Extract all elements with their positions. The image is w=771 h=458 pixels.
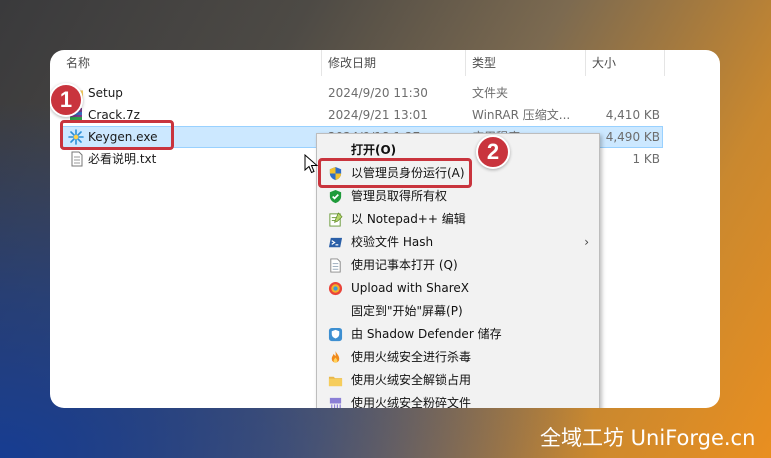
file-explorer-window: ⌃ 名称 修改日期 类型 大小 Setup 2024/9/20 11:30 文件… <box>50 50 720 408</box>
menu-item-take-ownership[interactable]: 管理员取得所有权 <box>317 185 599 208</box>
powershell-icon <box>328 237 343 248</box>
file-name: Setup <box>88 86 123 100</box>
notepadpp-icon <box>329 212 343 227</box>
file-modified: 2024/9/21 13:01 <box>328 108 428 122</box>
submenu-chevron-icon: › <box>584 235 589 249</box>
menu-item-huorong-shred[interactable]: 使用火绒安全粉碎文件 <box>317 392 599 408</box>
shadow-defender-icon <box>328 327 343 342</box>
mouse-cursor-icon <box>304 154 318 174</box>
file-type: WinRAR 压缩文... <box>472 108 571 122</box>
file-size: 1 KB <box>632 152 660 166</box>
menu-item-verify-hash[interactable]: 校验文件 Hash › <box>317 231 599 254</box>
column-header-modified[interactable]: 修改日期 <box>321 50 468 76</box>
notepad-icon <box>330 258 341 273</box>
file-name: 必看说明.txt <box>88 152 157 166</box>
menu-item-open-with-notepad[interactable]: 使用记事本打开 (Q) <box>317 254 599 277</box>
menu-item-pin-to-start[interactable]: 固定到"开始"屏幕(P) <box>317 300 599 323</box>
menu-item-notepadpp[interactable]: 以 Notepad++ 编辑 <box>317 208 599 231</box>
file-size <box>592 82 660 104</box>
file-size: 4,410 KB <box>605 108 660 122</box>
file-size: 4,490 KB <box>605 130 660 144</box>
green-shield-icon <box>329 189 342 204</box>
column-header-type[interactable]: 类型 <box>465 50 590 76</box>
step-badge-2: 2 <box>476 135 510 169</box>
file-modified: 2024/9/20 11:30 <box>328 86 428 100</box>
text-file-icon <box>71 151 83 167</box>
watermark: 全域工坊 UniForge.cn <box>540 426 756 450</box>
shredder-icon <box>329 397 342 408</box>
menu-item-shadow-defender[interactable]: 由 Shadow Defender 储存 <box>317 323 599 346</box>
file-type: 文件夹 <box>472 86 509 100</box>
sharex-icon <box>328 281 343 296</box>
column-header-size[interactable]: 大小 <box>585 50 670 76</box>
folder-unlock-icon <box>328 376 343 387</box>
column-header-name[interactable]: 名称 <box>66 50 320 76</box>
menu-item-huorong-unlock[interactable]: 使用火绒安全解锁占用 <box>317 369 599 392</box>
highlight-run-as-admin <box>318 158 472 188</box>
huorong-icon <box>331 350 340 363</box>
menu-item-sharex-upload[interactable]: Upload with ShareX <box>317 277 599 300</box>
column-divider <box>664 50 665 76</box>
menu-item-huorong-scan[interactable]: 使用火绒安全进行杀毒 <box>317 346 599 369</box>
highlight-keygen <box>60 120 174 150</box>
file-row[interactable]: Setup 2024/9/20 11:30 文件夹 <box>60 82 663 104</box>
step-badge-1: 1 <box>50 83 83 117</box>
